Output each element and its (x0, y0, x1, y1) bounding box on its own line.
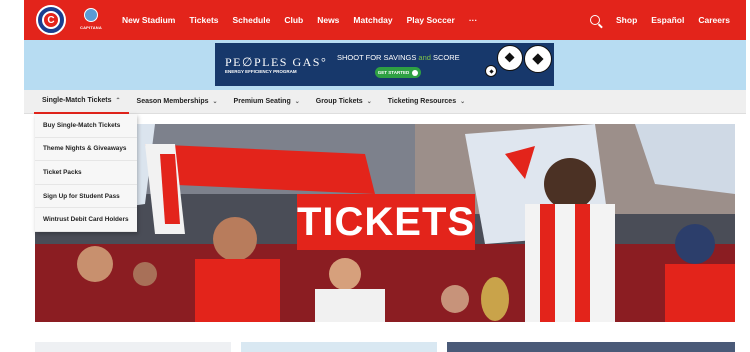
subnav-season-memberships[interactable]: Season Memberships ⌄ (129, 90, 226, 114)
nav-item-shop[interactable]: Shop (616, 15, 637, 25)
ad-tagline-and: and (418, 53, 431, 62)
nav-item-schedule[interactable]: Schedule (233, 15, 271, 25)
subnav-label: Group Tickets (315, 98, 363, 105)
dropdown-item-wintrust-debit[interactable]: Wintrust Debit Card Holders (35, 208, 137, 232)
utility-nav: Shop Español Careers (590, 0, 730, 40)
capitana-badge-icon (84, 8, 98, 22)
content-card[interactable] (35, 342, 231, 352)
subnav-label: Premium Seating (233, 98, 291, 105)
subnav-label: Season Memberships (136, 98, 209, 105)
nav-item-matchday[interactable]: Matchday (353, 15, 392, 25)
ad-tagline: SHOOT FOR SAVINGS and SCORE (337, 53, 460, 62)
chevron-up-icon: ⌃ (115, 98, 121, 104)
dropdown-item-student-pass[interactable]: Sign Up for Student Pass (35, 185, 137, 209)
top-navigation-bar: C CAPITANA New Stadium Tickets Schedule … (24, 0, 746, 40)
ad-brand-name: PE∅PLES GAS° (225, 55, 328, 69)
subnav-label: Ticketing Resources (387, 98, 457, 105)
card-row (35, 340, 735, 352)
tickets-subnav: Single-Match Tickets ⌃ Season Membership… (24, 90, 746, 114)
dropdown-item-theme-nights[interactable]: Theme Nights & Giveaways (35, 138, 137, 162)
subnav-single-match-tickets[interactable]: Single-Match Tickets ⌃ (34, 90, 129, 114)
main-nav: New Stadium Tickets Schedule Club News M… (122, 0, 491, 40)
soccer-ball-icon (485, 65, 497, 77)
play-icon (412, 69, 419, 76)
chicago-fire-logo[interactable]: C (36, 5, 66, 35)
more-menu-icon[interactable]: ··· (469, 15, 478, 25)
nav-item-careers[interactable]: Careers (698, 15, 730, 25)
subnav-ticketing-resources[interactable]: Ticketing Resources ⌄ (380, 90, 473, 114)
ad-banner-strip: PE∅PLES GAS° ENERGY EFFICIENCY PROGRAM S… (24, 40, 746, 90)
subnav-group-tickets[interactable]: Group Tickets ⌄ (308, 90, 380, 114)
dropdown-item-ticket-packs[interactable]: Ticket Packs (35, 161, 137, 185)
ad-tagline-main: SHOOT FOR SAVINGS (337, 53, 419, 62)
search-icon[interactable] (590, 15, 601, 25)
nav-item-tickets[interactable]: Tickets (189, 15, 218, 25)
nav-item-news[interactable]: News (317, 15, 339, 25)
single-match-tickets-dropdown: Buy Single-Match Tickets Theme Nights & … (35, 114, 137, 232)
dropdown-item-buy-single-match[interactable]: Buy Single-Match Tickets (35, 114, 137, 138)
soccer-ball-icon (524, 45, 552, 73)
content-card[interactable] (241, 342, 437, 352)
nav-item-espanol[interactable]: Español (651, 15, 684, 25)
logo-letter: C (42, 11, 60, 29)
peoples-gas-ad[interactable]: PE∅PLES GAS° ENERGY EFFICIENCY PROGRAM S… (215, 43, 554, 86)
chevron-down-icon: ⌄ (294, 99, 300, 105)
ad-get-started-button[interactable]: GET STARTED (375, 67, 421, 78)
ad-subtitle: ENERGY EFFICIENCY PROGRAM (225, 69, 297, 74)
browser-page: C CAPITANA New Stadium Tickets Schedule … (24, 0, 746, 352)
chevron-down-icon: ⌄ (366, 99, 372, 105)
subnav-premium-seating[interactable]: Premium Seating ⌄ (226, 90, 308, 114)
chevron-down-icon: ⌄ (212, 99, 218, 105)
hero-image: TICKETS (35, 124, 735, 322)
content-card[interactable] (447, 342, 735, 352)
nav-item-play-soccer[interactable]: Play Soccer (407, 15, 455, 25)
chevron-down-icon: ⌄ (460, 99, 466, 105)
subnav-label: Single-Match Tickets (42, 97, 112, 104)
capitana-logo[interactable]: CAPITANA (76, 8, 106, 36)
ad-cta-label: GET STARTED (377, 70, 410, 75)
soccer-ball-icon (497, 45, 523, 71)
nav-item-club[interactable]: Club (284, 15, 303, 25)
ad-tagline-end: SCORE (430, 53, 460, 62)
capitana-label: CAPITANA (80, 25, 102, 30)
nav-item-new-stadium[interactable]: New Stadium (122, 15, 175, 25)
hero-title: TICKETS (297, 194, 475, 250)
